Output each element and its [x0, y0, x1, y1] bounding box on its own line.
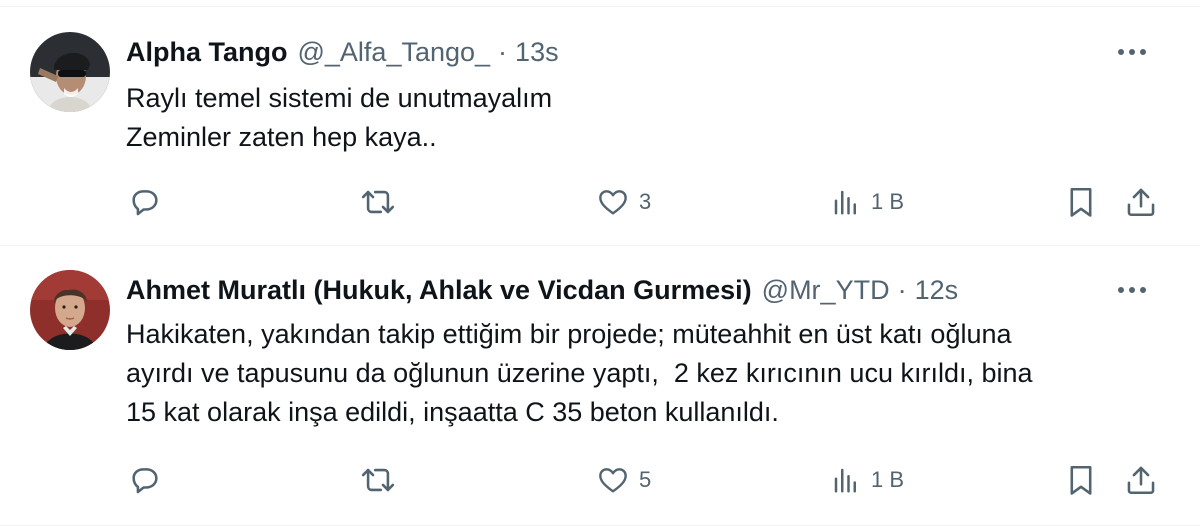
bookmark-button[interactable]	[1066, 458, 1096, 502]
reply-button[interactable]	[128, 180, 172, 224]
bookmark-button[interactable]	[1066, 180, 1096, 224]
tweet-item[interactable]: Ahmet Muratlı (Hukuk, Ahlak ve Vicdan Gu…	[0, 247, 1200, 526]
tweet-text: Raylı temel sistemi de unutmayalım Zemin…	[126, 79, 1156, 157]
action-bar: 3 1 B	[0, 180, 1200, 224]
views-chart-icon	[834, 468, 856, 493]
tweet-text-line: Hakikaten, yakından takip ettiğim bir pr…	[126, 319, 1012, 349]
tweet-text-line: Raylı temel sistemi de unutmayalım	[126, 83, 553, 113]
tweet-text: Hakikaten, yakından takip ettiğim bir pr…	[126, 315, 1156, 432]
reply-button[interactable]	[128, 458, 172, 502]
more-horizontal-icon	[1118, 287, 1146, 293]
tweet-text-line: ayırdı ve tapusunu da oğlunun üzerine ya…	[126, 358, 1033, 388]
more-options-button[interactable]	[1112, 32, 1152, 72]
tweet-text-line: Zeminler zaten hep kaya..	[126, 122, 437, 152]
share-button[interactable]	[1124, 458, 1158, 502]
tweet-header: Alpha Tango @_Alfa_Tango_ · 13s	[126, 32, 559, 72]
reply-icon	[132, 468, 158, 494]
views-button[interactable]: 1 B	[831, 180, 904, 224]
separator-dot: ·	[498, 36, 508, 67]
display-name[interactable]: Ahmet Muratlı (Hukuk, Ahlak ve Vicdan Gu…	[126, 275, 752, 306]
view-count: 1 B	[871, 189, 905, 214]
bookmark-icon	[1070, 187, 1092, 217]
user-handle[interactable]: @_Alfa_Tango_	[298, 37, 491, 68]
tweet-item[interactable]: Alpha Tango @_Alfa_Tango_ · 13s Raylı te…	[0, 8, 1200, 246]
share-icon	[1127, 466, 1155, 495]
avatar[interactable]	[30, 32, 110, 112]
like-button[interactable]: 5	[597, 458, 651, 502]
tweet-text-line: 15 kat olarak inşa edildi, inşaatta C 35…	[126, 397, 779, 427]
views-chart-icon	[834, 190, 856, 215]
timestamp[interactable]: 13s	[515, 37, 559, 68]
repost-icon	[361, 468, 395, 492]
timestamp[interactable]: 12s	[915, 275, 959, 306]
user-handle[interactable]: @Mr_YTD	[762, 275, 890, 306]
like-button[interactable]: 3	[597, 180, 651, 224]
action-bar: 5 1 B	[0, 458, 1200, 502]
avatar[interactable]	[30, 270, 110, 350]
view-count: 1 B	[871, 467, 905, 492]
bookmark-icon	[1070, 465, 1092, 495]
tweet-header: Ahmet Muratlı (Hukuk, Ahlak ve Vicdan Gu…	[126, 270, 958, 310]
repost-button[interactable]	[359, 180, 407, 224]
heart-icon	[599, 468, 627, 493]
share-button[interactable]	[1124, 180, 1158, 224]
views-button[interactable]: 1 B	[831, 458, 904, 502]
share-icon	[1127, 188, 1155, 217]
heart-icon	[599, 190, 627, 215]
reply-icon	[132, 190, 158, 216]
separator-dot: ·	[897, 274, 907, 305]
repost-button[interactable]	[359, 458, 407, 502]
like-count: 5	[639, 467, 652, 492]
repost-icon	[361, 190, 395, 214]
more-options-button[interactable]	[1112, 270, 1152, 310]
top-divider	[0, 0, 1200, 7]
display-name[interactable]: Alpha Tango	[126, 37, 288, 68]
like-count: 3	[639, 189, 652, 214]
more-horizontal-icon	[1118, 49, 1146, 55]
